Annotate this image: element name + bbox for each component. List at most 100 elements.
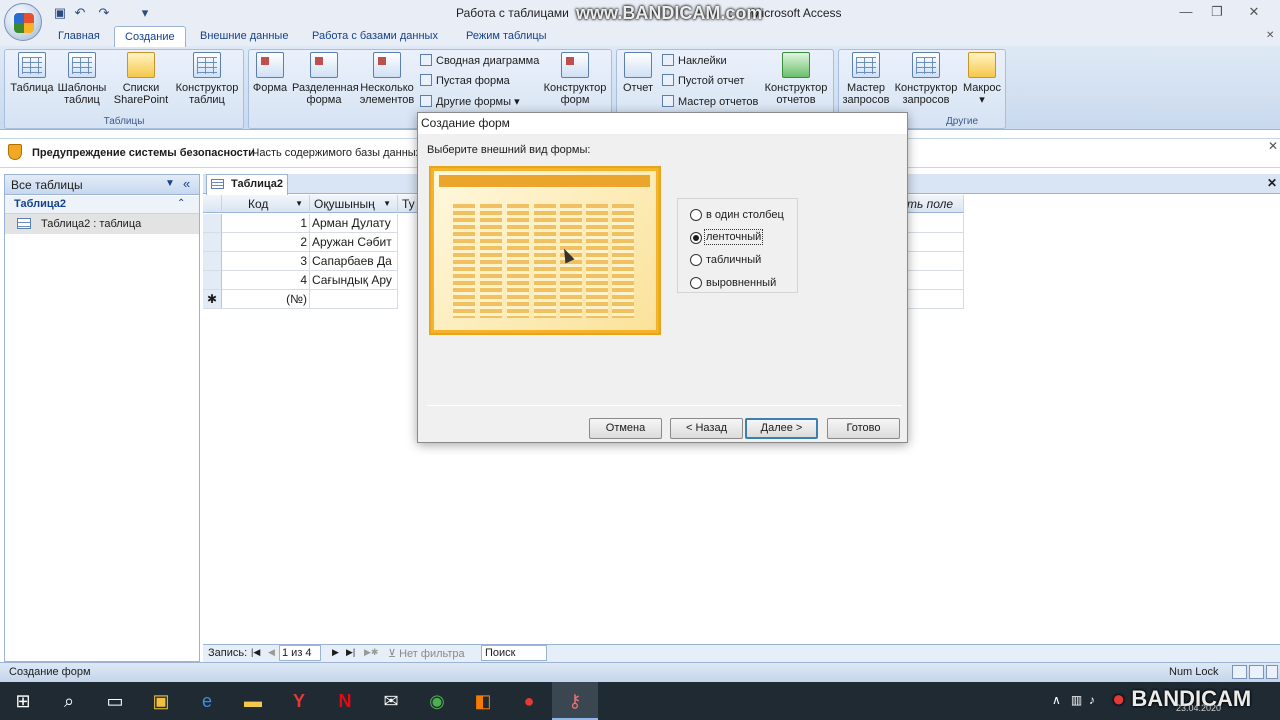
volume-icon[interactable]: ♪	[1089, 693, 1095, 707]
radio-justified-label[interactable]: выровненный	[706, 277, 776, 289]
row-selector[interactable]	[203, 271, 222, 290]
tab-datasheet[interactable]: Режим таблицы	[456, 26, 557, 46]
close-window-icon[interactable]: ✕	[1244, 4, 1264, 20]
row-selector[interactable]	[203, 252, 222, 271]
dialog-prompt: Выберите внешний вид формы:	[427, 144, 591, 156]
cell-name[interactable]: Арман Дулату	[310, 214, 398, 233]
cell-name[interactable]: Сапарбаев Да	[310, 252, 398, 271]
edge-icon[interactable]: e	[184, 682, 230, 720]
blank-form-button[interactable]: Пустая форма	[420, 74, 510, 92]
collapse-pane-icon[interactable]: «	[183, 176, 190, 191]
tray-chevron-icon[interactable]: ∧	[1052, 693, 1061, 707]
form-designer-button[interactable]: Конструктор форм	[542, 52, 608, 106]
finish-button[interactable]: Готово	[827, 418, 900, 439]
next-button[interactable]: Далее >	[745, 418, 818, 439]
last-record-icon[interactable]: ▶|	[346, 647, 355, 658]
datasheet-view-icon[interactable]	[1232, 665, 1247, 679]
chevron-up-icon[interactable]: ⌃	[177, 198, 185, 209]
cell-id[interactable]: 4	[222, 271, 310, 290]
select-all-cell[interactable]	[203, 195, 222, 213]
radio-datasheet-label[interactable]: табличный	[706, 254, 761, 266]
maximize-icon[interactable]: ❐	[1207, 4, 1227, 20]
table-designer-button[interactable]: Конструктор таблиц	[174, 52, 240, 106]
report-wizard-button[interactable]: Мастер отчетов	[662, 95, 758, 113]
no-filter-button[interactable]: ⊻ Нет фильтра	[388, 647, 465, 660]
split-form-button[interactable]: Разделенная форма	[292, 52, 359, 106]
radio-tabular-label[interactable]: ленточный	[703, 229, 764, 245]
netflix-icon[interactable]: N	[322, 682, 368, 720]
radio-justified[interactable]	[690, 277, 702, 289]
radio-datasheet[interactable]	[690, 254, 702, 266]
search-input[interactable]: Поиск	[481, 645, 547, 661]
next-record-icon[interactable]: ▶	[332, 647, 339, 658]
file-explorer-icon[interactable]: ▬	[230, 682, 276, 720]
tab-database-tools[interactable]: Работа с базами данных	[302, 26, 448, 46]
cell-name[interactable]: Сағындық Ару	[310, 271, 398, 290]
mail-icon[interactable]: ✉	[368, 682, 414, 720]
cancel-button[interactable]: Отмена	[589, 418, 662, 439]
task-view-icon[interactable]: ▭	[92, 682, 138, 720]
form-button[interactable]: Форма	[252, 52, 288, 94]
office-icon[interactable]: ◧	[460, 682, 506, 720]
table-templates-button[interactable]: Шаблоны таблиц	[56, 52, 108, 106]
cell-id[interactable]: 2	[222, 233, 310, 252]
tab-create[interactable]: Создание	[114, 26, 186, 47]
more-forms-button[interactable]: Другие формы ▾	[420, 95, 520, 113]
help-icon[interactable]: ✕	[1266, 30, 1274, 41]
design-view-icon[interactable]	[1266, 665, 1278, 679]
redo-icon[interactable]: ↷	[96, 5, 112, 21]
radio-columnar[interactable]	[690, 209, 702, 221]
undo-icon[interactable]: ↶	[72, 5, 88, 21]
bandicam-record-icon[interactable]: ●	[506, 682, 552, 720]
new-record-icon[interactable]: ▶✱	[364, 647, 378, 658]
row-selector[interactable]	[203, 233, 222, 252]
column-header-kod[interactable]: Код ▼	[222, 195, 310, 213]
office-button[interactable]	[4, 3, 42, 41]
qat-customize-icon[interactable]: ▾	[140, 5, 150, 21]
query-wizard-button[interactable]: Мастер запросов	[840, 52, 892, 106]
sharepoint-lists-button[interactable]: Списки SharePoint	[110, 52, 172, 106]
save-icon[interactable]: ▣	[52, 5, 68, 21]
back-button[interactable]: < Назад	[670, 418, 743, 439]
windows-start-icon[interactable]: ⊞	[0, 682, 46, 720]
query-designer-button[interactable]: Конструктор запросов	[893, 52, 959, 106]
cell-name[interactable]: Аружан Сәбит	[310, 233, 398, 252]
row-selector[interactable]	[203, 214, 222, 233]
minimize-icon[interactable]: —	[1176, 4, 1196, 20]
new-row-cell[interactable]: (№)	[222, 290, 310, 309]
column-header-name[interactable]: Оқушының ▼	[310, 195, 398, 213]
search-icon[interactable]: ⌕	[46, 682, 92, 720]
column-header-third[interactable]: Ту	[398, 195, 418, 213]
tab-external-data[interactable]: Внешние данные	[190, 26, 298, 46]
macro-button[interactable]: Макрос ▾	[960, 52, 1004, 106]
multiple-items-button[interactable]: Несколько элементов	[358, 52, 416, 106]
pivot-view-icon[interactable]	[1249, 665, 1264, 679]
report-designer-button[interactable]: Конструктор отчетов	[762, 52, 830, 106]
nav-dropdown-icon[interactable]: ▼	[165, 178, 175, 189]
table-button[interactable]: Таблица	[9, 52, 55, 94]
add-field-column[interactable]	[907, 214, 964, 309]
first-record-icon[interactable]: |◀	[251, 647, 260, 658]
tab-home[interactable]: Главная	[48, 26, 110, 46]
pivot-chart-button[interactable]: Сводная диаграмма	[420, 54, 539, 72]
access-taskbar-icon[interactable]: ⚷	[552, 682, 598, 720]
status-text: Создание форм	[9, 666, 91, 678]
new-row-cell[interactable]	[310, 290, 398, 309]
record-position-input[interactable]: 1 из 4	[279, 645, 321, 661]
blank-report-button[interactable]: Пустой отчет	[662, 74, 744, 92]
store-icon[interactable]: ▣	[138, 682, 184, 720]
yandex-icon[interactable]: Y	[276, 682, 322, 720]
cell-id[interactable]: 1	[222, 214, 310, 233]
close-document-icon[interactable]: ✕	[1267, 176, 1277, 190]
labels-button[interactable]: Наклейки	[662, 54, 727, 72]
network-icon[interactable]: ▥	[1071, 693, 1082, 707]
radio-tabular[interactable]	[690, 232, 702, 244]
close-icon[interactable]: ✕	[1268, 139, 1278, 153]
column-header-add-field[interactable]: ть поле	[907, 195, 964, 213]
new-row-selector[interactable]: ✱	[203, 290, 222, 309]
radio-columnar-label[interactable]: в один столбец	[706, 209, 784, 221]
chrome-icon[interactable]: ◉	[414, 682, 460, 720]
report-button[interactable]: Отчет	[620, 52, 656, 94]
prev-record-icon[interactable]: ◀	[268, 647, 275, 658]
cell-id[interactable]: 3	[222, 252, 310, 271]
